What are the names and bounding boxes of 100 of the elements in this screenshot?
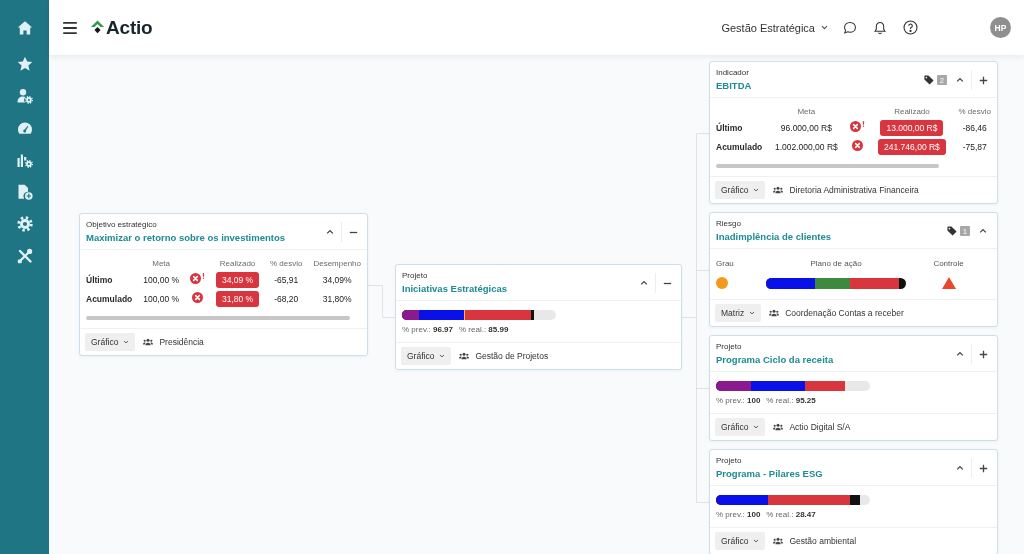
logo-text: Actio [106, 16, 153, 39]
chevron-down-icon [439, 354, 446, 358]
table-cell: 1.002.000,00 R$ [774, 142, 838, 152]
caret-up-icon [979, 227, 987, 235]
view-select[interactable]: Gráfico [401, 347, 452, 365]
node-title[interactable]: EBITDA [716, 80, 924, 92]
column-header: Realizado [894, 107, 930, 117]
table-cell: -86,46 [962, 123, 987, 133]
caret-up-icon [956, 350, 964, 358]
chevron-down-icon [753, 425, 760, 429]
column-header: Meta [797, 107, 816, 117]
view-select[interactable]: Matriz [715, 304, 762, 322]
chat-bubble-icon[interactable] [843, 20, 857, 35]
planned-progress-text: % prev.: 96.97 [402, 325, 453, 335]
column-header: Meta [152, 259, 171, 269]
view-select[interactable]: Gráfico [85, 333, 136, 351]
node-title[interactable]: Programa Ciclo da receita [716, 354, 950, 366]
table-cell: -68,20 [274, 294, 299, 304]
node-title[interactable]: Programa - Pilares ESG [716, 468, 950, 480]
node-title[interactable]: Maximizar o retorno sobre os investimentos [86, 232, 320, 244]
node-type-label: Projeto [716, 342, 743, 352]
logo-icon [90, 20, 105, 35]
view-select[interactable]: Gráfico [715, 532, 766, 550]
realized-value-pill: 241.746,00 R$ [878, 139, 946, 155]
people-icon [143, 338, 154, 346]
view-select[interactable]: Gráfico [715, 418, 766, 436]
user-gear-icon[interactable] [16, 88, 33, 104]
module-select[interactable]: Gestão Estratégica [719, 18, 830, 37]
people-icon [773, 537, 784, 545]
scrollbar-thumb[interactable] [86, 316, 350, 320]
row-label: Acumulado [86, 294, 133, 304]
owner-label: Diretoria Administrativa Financeira [789, 185, 919, 195]
table-cell: -75,87 [962, 142, 987, 152]
owner-label: Actio Digital S/A [789, 422, 851, 432]
actual-progress-text: % real.: 28.47 [766, 510, 816, 520]
connector-line [367, 285, 396, 318]
caret-up-icon [956, 464, 964, 472]
gauge-icon[interactable] [16, 120, 33, 136]
table-cell: -65,91 [274, 275, 299, 285]
table-cell: 34,09% [322, 275, 352, 285]
tag-icon [947, 226, 957, 236]
column-header: % desvio [958, 107, 991, 117]
actual-progress-text: % real.: 95.25 [766, 396, 816, 406]
plus-icon [978, 463, 988, 473]
table-cell: 96.000,00 R$ [780, 123, 832, 133]
owner-label: Gestão de Projetos [475, 351, 549, 361]
planned-progress-text: % prev.: 100 [716, 396, 761, 406]
caret-up-icon [956, 76, 964, 84]
node-type-label: Indicador [716, 68, 750, 78]
chevron-down-icon [123, 340, 130, 344]
chevron-down-icon [753, 539, 760, 543]
table-cell: 31,80% [322, 294, 352, 304]
bell-icon[interactable] [873, 20, 887, 35]
table-cell: 100,00 % [143, 275, 180, 285]
people-icon [773, 423, 784, 431]
chevron-down-icon [749, 311, 756, 315]
people-icon [459, 352, 470, 360]
home-icon[interactable] [16, 20, 33, 36]
column-header: Desempenho [313, 259, 361, 269]
scrollbar-thumb[interactable] [716, 164, 939, 168]
owner-label: Presidência [159, 337, 204, 347]
caret-up-icon [326, 228, 334, 236]
view-select[interactable]: Gráfico [715, 181, 766, 199]
plus-icon [978, 349, 988, 359]
column-header: Controle [933, 259, 964, 269]
plus-icon [978, 75, 988, 85]
chart-gear-icon[interactable] [16, 152, 33, 168]
node-type-label: Riesgo [716, 219, 742, 229]
node-type-label: Objetivo estratégico [86, 220, 158, 230]
realized-value-pill: 31,80 % [215, 291, 260, 307]
node-title[interactable]: Inadimplência de clientes [716, 231, 947, 243]
node-title[interactable]: Iniciativas Estratégicas [402, 283, 634, 295]
chevron-down-icon [753, 188, 760, 192]
menu-icon[interactable] [63, 21, 77, 34]
column-header: Plano de ação [810, 259, 862, 269]
tag-icon [924, 75, 934, 85]
realized-value-pill: 34,09 % [215, 272, 260, 288]
chevron-down-icon [821, 25, 828, 30]
owner-label: Coordenação Contas a receber [785, 308, 904, 318]
column-header: % desvio [270, 259, 303, 269]
file-plus-icon[interactable] [16, 184, 33, 200]
row-label: Último [716, 123, 743, 133]
tools-icon[interactable] [16, 248, 33, 264]
owner-label: Gestão ambiental [789, 536, 857, 546]
star-icon[interactable] [16, 56, 33, 72]
planned-progress-text: % prev.: 100 [716, 510, 761, 520]
column-header: Grau [716, 259, 734, 269]
gear-icon[interactable] [16, 216, 33, 232]
table-cell: 100,00 % [143, 294, 180, 304]
realized-value-pill: 13.000,00 R$ [880, 120, 944, 136]
people-icon [769, 309, 780, 317]
node-type-label: Projeto [716, 456, 743, 466]
actual-progress-text: % real.: 85.99 [459, 325, 509, 335]
help-icon[interactable] [903, 20, 918, 35]
row-label: Último [86, 275, 113, 285]
row-label: Acumulado [716, 142, 763, 152]
caret-up-icon [640, 279, 648, 287]
people-icon [773, 186, 784, 194]
node-type-label: Projeto [402, 271, 429, 281]
column-header: Realizado [219, 259, 256, 269]
